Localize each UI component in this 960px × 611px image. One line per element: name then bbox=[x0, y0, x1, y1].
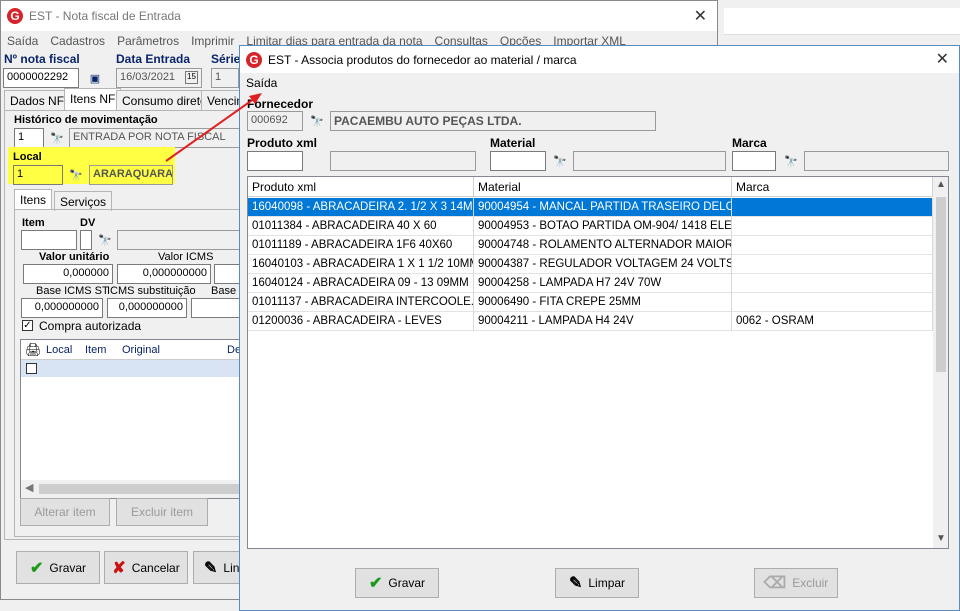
annotation-arrow-icon bbox=[165, 93, 262, 162]
